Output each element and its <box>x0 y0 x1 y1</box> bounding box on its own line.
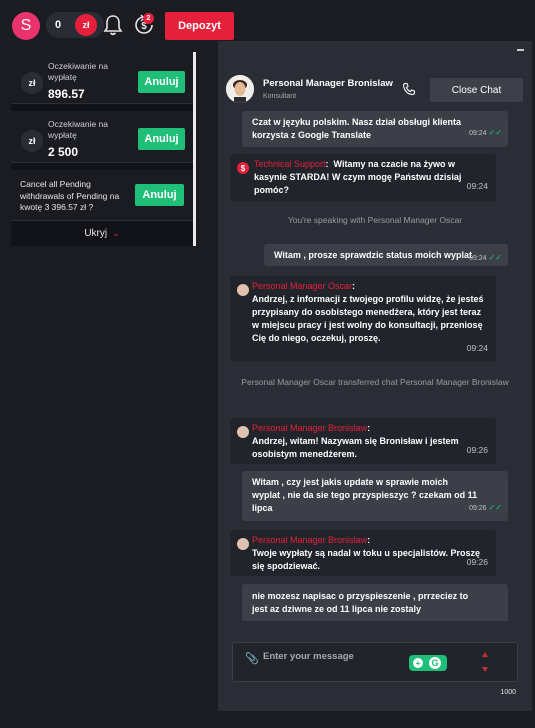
hide-label: Ukryj <box>84 228 108 239</box>
user-message: nie mozesz napisac o przyspieszenie , pr… <box>242 584 508 621</box>
minimize-icon[interactable] <box>517 49 524 51</box>
agent-message: Personal Manager Bronislaw: Twoje wypłaty… <box>230 530 496 576</box>
agent-avatar <box>226 75 254 103</box>
user-message: Witam , czy jest jakis update w sprawie … <box>242 471 508 521</box>
agent-name: Personal Manager Bronislaw <box>263 78 393 89</box>
agent-avatar-small <box>237 284 249 296</box>
message-time: 09:24 ✓✓ <box>469 128 502 137</box>
withdrawals-count-badge: 2 <box>143 13 154 24</box>
read-check-icon: ✓✓ <box>488 128 502 137</box>
message-text: Andrzej, witam! Nazywam się Bronisław i … <box>252 436 459 459</box>
system-notice: Personal Manager Oscar transferred chat … <box>241 377 509 387</box>
message-sender: Personal Manager Bronislaw <box>252 423 368 433</box>
withdrawal-status: Oczekiwanie na wypłatę <box>48 61 109 82</box>
agent-message: Personal Manager Bronislaw: Andrzej, wita… <box>230 418 496 464</box>
chat-window: Personal Manager Bronislaw Konsultant Cl… <box>218 41 532 711</box>
message-sender: Personal Manager Oscar <box>252 281 353 291</box>
withdrawal-amount: 2 500 <box>48 145 79 159</box>
dollar-icon: $ <box>237 162 249 174</box>
message-list[interactable]: Czat w języku polskim. Nasz dział obsług… <box>218 111 532 621</box>
message-text: nie mozesz napisac o przyspieszenie , pr… <box>252 591 469 614</box>
char-counter: 1000 <box>500 689 516 696</box>
message-time: 09:26 ✓✓ <box>469 503 502 512</box>
agent-avatar-small <box>237 426 249 438</box>
currency-icon: zł <box>75 14 97 36</box>
grammarly-icon[interactable]: + G <box>409 655 447 671</box>
close-chat-button[interactable]: Close Chat <box>430 78 523 102</box>
currency-icon: zł <box>21 72 43 94</box>
withdrawal-item: zł Oczekiwanie na wypłatę 2 500 Anuluj <box>11 111 193 163</box>
read-check-icon: ✓✓ <box>488 503 502 512</box>
user-message: Witam , prosze sprawdzic status moich wy… <box>264 244 508 266</box>
cancel-withdrawal-button[interactable]: Anuluj <box>138 71 185 93</box>
message-time: 09:24 <box>466 343 488 353</box>
pending-withdrawals-panel: zł Oczekiwanie na wypłatę 896.57 Anuluj … <box>11 52 196 246</box>
message-text: Witam , prosze sprawdzic status moich wy… <box>274 250 472 260</box>
phone-icon[interactable] <box>402 82 416 96</box>
system-notice: You're speaking with Personal Manager Os… <box>287 215 463 225</box>
message-sender: Personal Manager Bronislaw <box>252 535 368 545</box>
bell-icon[interactable] <box>103 14 123 36</box>
message-text: Twoje wypłaty są nadal w toku u specjali… <box>252 548 481 571</box>
hide-panel-link[interactable]: Ukryj ⌄ <box>11 228 193 239</box>
chevron-down-icon: ⌄ <box>112 228 120 238</box>
balance-pill[interactable]: 0 zł <box>46 12 104 38</box>
agent-photo-icon <box>226 75 254 103</box>
balance-value: 0 <box>55 19 62 31</box>
message-composer: 📎 + G <box>232 642 518 682</box>
message-time: 09:26 <box>466 445 488 455</box>
agent-avatar-small <box>237 538 249 550</box>
read-check-icon: ✓✓ <box>488 253 502 262</box>
message-time: 09:24 <box>466 181 488 191</box>
user-avatar[interactable]: S <box>12 12 40 40</box>
currency-icon: zł <box>21 130 43 152</box>
attach-icon[interactable]: 📎 <box>245 652 259 665</box>
cancel-withdrawal-button[interactable]: Anuluj <box>138 128 185 150</box>
message-input[interactable] <box>263 649 403 663</box>
message-text: Andrzej, z informacji z twojego profilu … <box>252 294 484 343</box>
message-text: Witam , czy jest jakis update w sprawie … <box>252 477 478 513</box>
chat-header: Personal Manager Bronislaw Konsultant Cl… <box>218 59 532 111</box>
deposit-button[interactable]: Depozyt <box>165 12 234 40</box>
withdrawal-item: zł Oczekiwanie na wypłatę 896.57 Anuluj <box>11 52 193 104</box>
message-sender: Technical Support <box>254 159 326 169</box>
user-message: Czat w języku polskim. Nasz dział obsług… <box>242 111 508 147</box>
scroll-arrows-icon[interactable] <box>481 649 489 675</box>
cancel-all-button[interactable]: Anuluj <box>135 184 184 206</box>
agent-message: $ Technical Support: Witamy na czacie na… <box>230 154 496 202</box>
withdrawal-status: Oczekiwanie na wypłatę <box>48 119 109 140</box>
message-time: 09:24 ✓✓ <box>469 253 502 262</box>
cancel-all-withdrawals: Cancel all Pending withdrawals of Pendin… <box>11 170 193 221</box>
agent-message: Personal Manager Oscar: Andrzej, z inform… <box>230 276 496 362</box>
withdrawal-amount: 896.57 <box>48 87 85 101</box>
cancel-all-label: Cancel all Pending withdrawals of Pendin… <box>20 179 120 212</box>
agent-role: Konsultant <box>263 93 297 100</box>
message-text: Czat w języku polskim. Nasz dział obsług… <box>252 117 462 140</box>
message-time: 09:26 <box>466 557 488 567</box>
